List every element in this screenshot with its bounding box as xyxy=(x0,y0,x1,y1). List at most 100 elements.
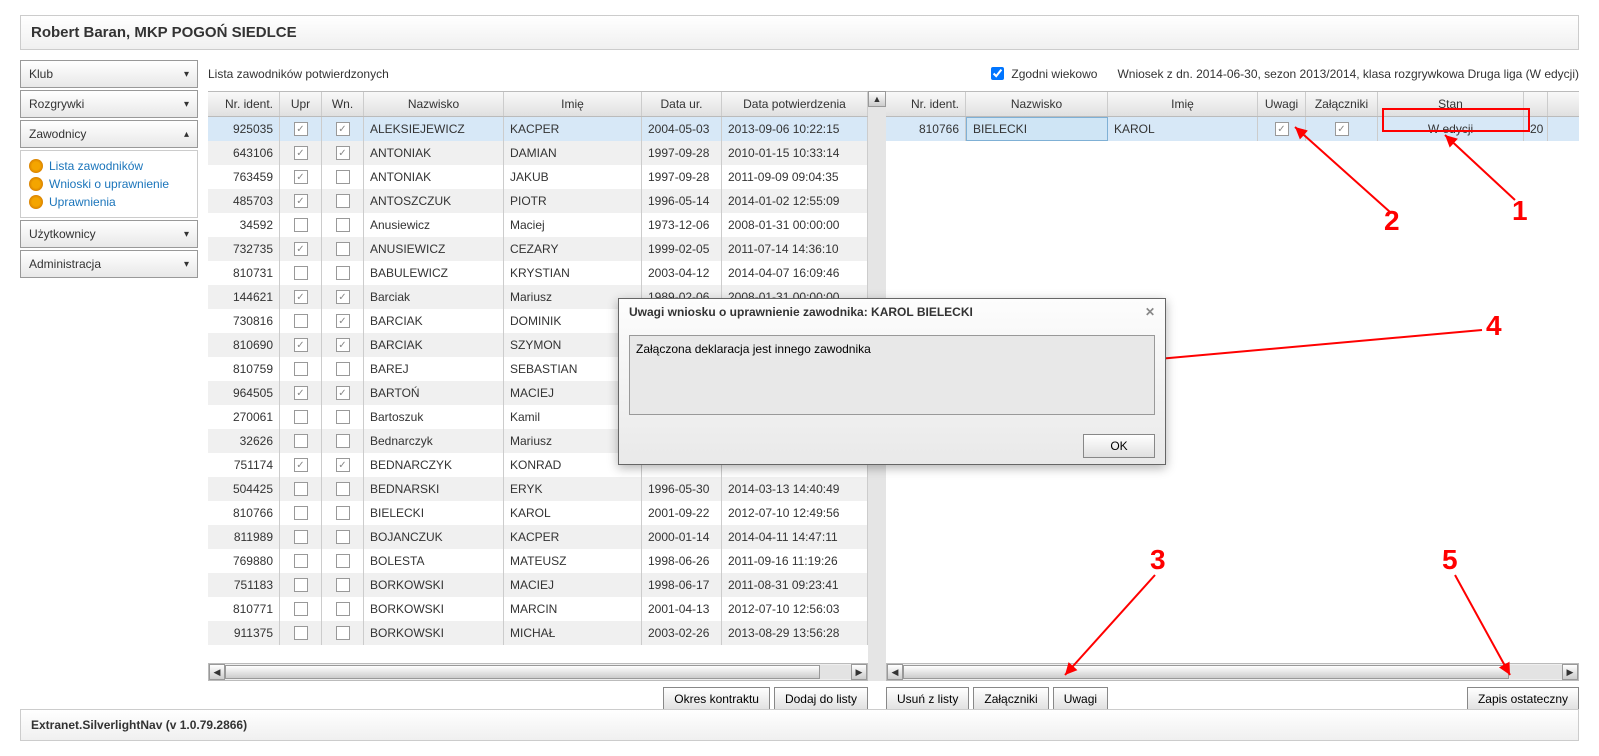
checkbox-icon[interactable] xyxy=(336,170,350,184)
scroll-right-icon[interactable]: ▶ xyxy=(851,664,867,680)
checkbox-icon[interactable] xyxy=(294,626,308,640)
checkbox-icon[interactable] xyxy=(294,482,308,496)
checkbox-icon[interactable] xyxy=(294,170,308,184)
table-row[interactable]: 34592AnusiewiczMaciej1973-12-062008-01-3… xyxy=(208,213,868,237)
table-row[interactable]: 769880BOLESTAMATEUSZ1998-06-262011-09-16… xyxy=(208,549,868,573)
dodaj-do-listy-button[interactable]: Dodaj do listy xyxy=(774,687,868,711)
table-row[interactable]: 925035ALEKSIEJEWICZKACPER2004-05-032013-… xyxy=(208,117,868,141)
checkbox-icon[interactable] xyxy=(336,242,350,256)
checkbox-icon[interactable] xyxy=(336,458,350,472)
checkbox-icon[interactable] xyxy=(336,338,350,352)
col-header-nazwisko[interactable]: Nazwisko xyxy=(966,92,1108,116)
right-hscroll[interactable]: ◀ ▶ xyxy=(886,663,1579,681)
ok-button[interactable]: OK xyxy=(1083,434,1155,458)
col-header-imie[interactable]: Imię xyxy=(1108,92,1258,116)
scroll-left-icon[interactable]: ◀ xyxy=(887,664,903,680)
scroll-right-icon[interactable]: ▶ xyxy=(1562,664,1578,680)
checkbox-icon[interactable] xyxy=(336,218,350,232)
checkbox-icon[interactable] xyxy=(1275,122,1289,136)
table-row[interactable]: 911375BORKOWSKIMICHAŁ2003-02-262013-08-2… xyxy=(208,621,868,645)
col-header-nazwisko[interactable]: Nazwisko xyxy=(364,92,504,116)
checkbox-icon[interactable] xyxy=(336,194,350,208)
table-row[interactable]: 485703ANTOSZCZUKPIOTR1996-05-142014-01-0… xyxy=(208,189,868,213)
zapis-ostateczny-button[interactable]: Zapis ostateczny xyxy=(1467,687,1579,711)
checkbox-icon[interactable] xyxy=(294,266,308,280)
usun-z-listy-button[interactable]: Usuń z listy xyxy=(886,687,969,711)
uwagi-textarea[interactable] xyxy=(629,335,1155,415)
checkbox-icon[interactable] xyxy=(294,290,308,304)
sidebar-item-uzytkownicy[interactable]: Użytkownicy▾ xyxy=(20,220,198,248)
col-header-datapot[interactable]: Data potwierdzenia xyxy=(722,92,868,116)
checkbox-icon[interactable] xyxy=(336,506,350,520)
okres-kontraktu-button[interactable]: Okres kontraktu xyxy=(663,687,770,711)
checkbox-icon[interactable] xyxy=(336,146,350,160)
table-row[interactable]: 643106ANTONIAKDAMIAN1997-09-282010-01-15… xyxy=(208,141,868,165)
uwagi-button[interactable]: Uwagi xyxy=(1053,687,1108,711)
col-header-stan[interactable]: Stan xyxy=(1378,92,1524,116)
scroll-up-icon[interactable]: ▲ xyxy=(868,91,886,107)
checkbox-icon[interactable] xyxy=(294,122,308,136)
checkbox-icon[interactable] xyxy=(294,218,308,232)
scroll-left-icon[interactable]: ◀ xyxy=(209,664,225,680)
checkbox-icon[interactable] xyxy=(336,578,350,592)
left-hscroll[interactable]: ◀ ▶ xyxy=(208,663,868,681)
checkbox-icon[interactable] xyxy=(336,122,350,136)
checkbox-icon[interactable] xyxy=(336,290,350,304)
col-header-dataur[interactable]: Data ur. xyxy=(642,92,722,116)
checkbox-icon[interactable] xyxy=(336,362,350,376)
checkbox-icon[interactable] xyxy=(294,530,308,544)
col-header-wn[interactable]: Wn. xyxy=(322,92,364,116)
table-row[interactable]: 504425BEDNARSKIERYK1996-05-302014-03-13 … xyxy=(208,477,868,501)
close-icon[interactable]: ✕ xyxy=(1145,305,1155,319)
checkbox-icon[interactable] xyxy=(294,578,308,592)
sidebar-link-wnioski[interactable]: Wnioski o uprawnienie xyxy=(25,175,193,193)
checkbox-icon[interactable] xyxy=(294,242,308,256)
checkbox-icon[interactable] xyxy=(294,146,308,160)
checkbox-icon[interactable] xyxy=(336,434,350,448)
checkbox-icon[interactable] xyxy=(336,554,350,568)
checkbox-icon[interactable] xyxy=(336,626,350,640)
checkbox-icon[interactable] xyxy=(1335,122,1349,136)
checkbox-icon[interactable] xyxy=(294,410,308,424)
table-row[interactable]: 810771BORKOWSKIMARCIN2001-04-132012-07-1… xyxy=(208,597,868,621)
col-header-imie[interactable]: Imię xyxy=(504,92,642,116)
table-row[interactable]: 810731BABULEWICZKRYSTIAN2003-04-122014-0… xyxy=(208,261,868,285)
col-header-extra[interactable] xyxy=(1524,92,1548,116)
checkbox-icon[interactable] xyxy=(336,410,350,424)
table-row[interactable]: 763459ANTONIAKJAKUB1997-09-282011-09-09 … xyxy=(208,165,868,189)
sidebar-item-zawodnicy[interactable]: Zawodnicy▴ xyxy=(20,120,198,148)
col-header-upr[interactable]: Upr xyxy=(280,92,322,116)
table-row[interactable]: 810766BIELECKIKAROL2001-09-222012-07-10 … xyxy=(208,501,868,525)
checkbox-icon[interactable] xyxy=(336,602,350,616)
col-header-uwagi[interactable]: Uwagi xyxy=(1258,92,1306,116)
checkbox-icon[interactable] xyxy=(336,314,350,328)
col-header-zalaczniki[interactable]: Załączniki xyxy=(1306,92,1378,116)
checkbox-icon[interactable] xyxy=(294,314,308,328)
checkbox-icon[interactable] xyxy=(294,506,308,520)
zalaczniki-button[interactable]: Załączniki xyxy=(973,687,1048,711)
zgodni-checkbox[interactable]: Zgodni wiekowo xyxy=(987,64,1097,83)
table-row[interactable]: 751183BORKOWSKIMACIEJ1998-06-172011-08-3… xyxy=(208,573,868,597)
checkbox-icon[interactable] xyxy=(294,554,308,568)
checkbox-icon[interactable] xyxy=(336,530,350,544)
table-row[interactable]: 732735ANUSIEWICZCEZARY1999-02-052011-07-… xyxy=(208,237,868,261)
table-row[interactable]: 810766 BIELECKI KAROL W edycji 20 xyxy=(886,117,1579,141)
sidebar-link-uprawnienia[interactable]: Uprawnienia xyxy=(25,193,193,211)
sidebar-item-klub[interactable]: Klub▾ xyxy=(20,60,198,88)
col-header-id[interactable]: Nr. ident. xyxy=(208,92,280,116)
checkbox-icon[interactable] xyxy=(294,602,308,616)
checkbox-icon[interactable] xyxy=(294,362,308,376)
checkbox-icon[interactable] xyxy=(336,482,350,496)
checkbox-icon[interactable] xyxy=(294,194,308,208)
sidebar-item-administracja[interactable]: Administracja▾ xyxy=(20,250,198,278)
sidebar-item-rozgrywki[interactable]: Rozgrywki▾ xyxy=(20,90,198,118)
checkbox-icon[interactable] xyxy=(294,434,308,448)
sidebar-link-lista[interactable]: Lista zawodników xyxy=(25,157,193,175)
checkbox-icon[interactable] xyxy=(294,386,308,400)
checkbox-icon[interactable] xyxy=(336,266,350,280)
checkbox-icon[interactable] xyxy=(336,386,350,400)
col-header-id[interactable]: Nr. ident. xyxy=(886,92,966,116)
checkbox-icon[interactable] xyxy=(294,338,308,352)
table-row[interactable]: 811989BOJANCZUKKACPER2000-01-142014-04-1… xyxy=(208,525,868,549)
checkbox-icon[interactable] xyxy=(294,458,308,472)
